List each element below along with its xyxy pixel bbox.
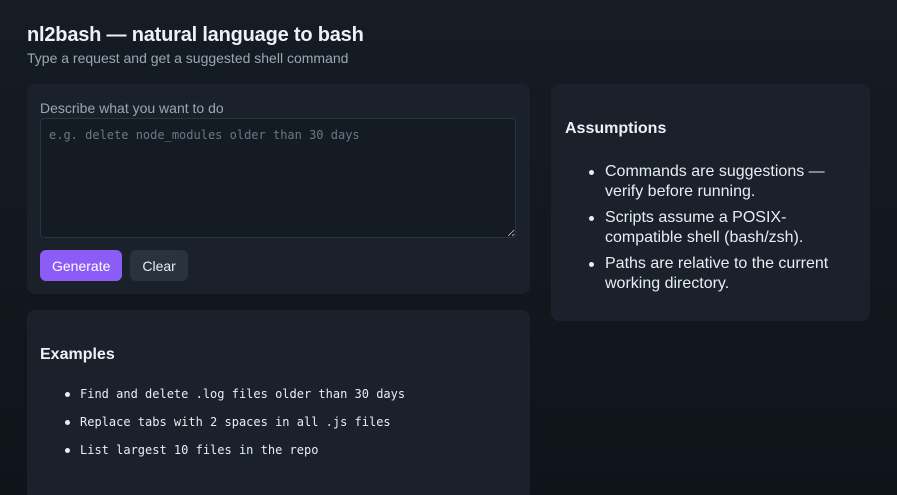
generate-button[interactable]: Generate	[40, 250, 123, 281]
assumption-item: Scripts assume a POSIX-compatible shell …	[589, 208, 856, 248]
assumption-item: Commands are suggestions — verify before…	[589, 162, 856, 202]
examples-list: Find and delete .log files older than 30…	[40, 386, 517, 470]
assumptions-heading: Assumptions	[565, 120, 667, 137]
page-subtitle: Type a request and get a suggested shell…	[27, 50, 349, 66]
examples-card: Examples Find and delete .log files olde…	[27, 310, 530, 495]
example-item[interactable]: Replace tabs with 2 spaces in all .js fi…	[65, 414, 517, 442]
assumptions-list: Commands are suggestions — verify before…	[565, 162, 856, 294]
request-card: Describe what you want to do Generate Cl…	[27, 84, 530, 294]
assumption-item: Paths are relative to the current workin…	[589, 254, 856, 294]
clear-button[interactable]: Clear	[130, 250, 188, 281]
assumptions-card: Assumptions Commands are suggestions — v…	[551, 84, 870, 321]
request-textarea[interactable]	[40, 118, 516, 238]
page-title: nl2bash — natural language to bash	[27, 24, 364, 46]
example-item[interactable]: Find and delete .log files older than 30…	[65, 386, 517, 414]
action-buttons: Generate Clear	[40, 250, 517, 281]
request-label: Describe what you want to do	[40, 100, 224, 116]
examples-heading: Examples	[40, 346, 115, 363]
page-header: nl2bash — natural language to bash Type …	[27, 24, 364, 66]
example-item[interactable]: List largest 10 files in the repo	[65, 442, 517, 470]
